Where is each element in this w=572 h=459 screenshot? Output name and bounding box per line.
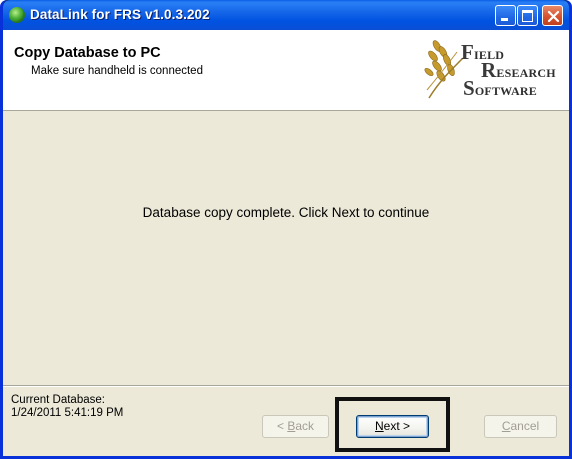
close-icon[interactable] xyxy=(542,5,563,26)
app-icon[interactable] xyxy=(9,7,25,23)
wizard-header: Copy Database to PC Make sure handheld i… xyxy=(3,30,569,111)
footer-divider xyxy=(3,385,569,387)
logo-word-software: OFTWARE xyxy=(474,84,537,98)
back-button-label: ack xyxy=(295,419,315,433)
title-bar[interactable]: DataLink for FRS v1.0.3.202 xyxy=(3,0,569,30)
app-window: DataLink for FRS v1.0.3.202 Copy Databas… xyxy=(0,0,572,459)
page-subtitle: Make sure handheld is connected xyxy=(31,65,203,77)
current-database-value: 1/24/2011 5:41:19 PM xyxy=(11,407,124,419)
status-message: Database copy complete. Click Next to co… xyxy=(142,205,430,220)
maximize-icon[interactable] xyxy=(517,5,538,26)
window-title: DataLink for FRS v1.0.3.202 xyxy=(30,7,210,22)
logo-letter-s: S xyxy=(463,76,475,100)
page-title: Copy Database to PC xyxy=(14,45,161,61)
next-button-highlight-box xyxy=(335,397,450,452)
field-research-software-logo: FIELD RESEARCH SOFTWARE xyxy=(423,38,563,102)
wizard-body: Copy Database to PC Make sure handheld i… xyxy=(3,30,569,456)
current-database-label: Current Database: xyxy=(11,394,105,406)
back-button-prefix: < xyxy=(276,419,288,433)
logo-letter-f: F xyxy=(461,40,475,64)
minimize-icon[interactable] xyxy=(495,5,516,26)
cancel-button-label: ancel xyxy=(510,419,540,433)
cancel-button[interactable]: Cancel xyxy=(484,415,557,438)
back-button[interactable]: < Back xyxy=(262,415,329,438)
